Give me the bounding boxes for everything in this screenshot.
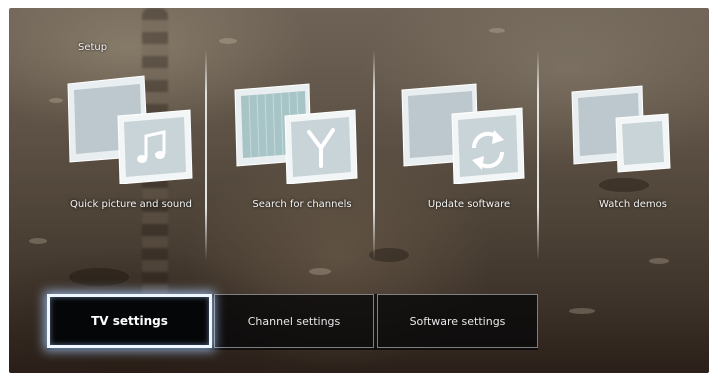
tab-channel-settings[interactable]: Channel settings — [214, 294, 374, 348]
menu-item-label: Watch demos — [599, 199, 667, 210]
tab-software-settings[interactable]: Software settings — [377, 294, 538, 348]
setup-title: Setup — [78, 42, 108, 53]
refresh-icon — [401, 83, 525, 184]
background-speck — [219, 38, 237, 44]
tv-screen: Setup Quick picture and sound Search for… — [9, 8, 709, 373]
screens-icon — [571, 85, 671, 173]
tab-label: Software settings — [409, 314, 506, 328]
background-speck — [29, 238, 47, 244]
background-speck — [489, 28, 505, 33]
menu-item-search-channels[interactable]: Search for channels — [227, 74, 377, 254]
menu-item-watch-demos[interactable]: Watch demos — [558, 74, 708, 254]
background-speck — [649, 258, 669, 264]
background-speck — [309, 268, 331, 275]
menu-item-label: Update software — [427, 199, 511, 210]
settings-tab-bar: TV settings Channel settings Software se… — [47, 294, 538, 350]
menu-item-label: Quick picture and sound — [70, 199, 192, 210]
menu-item-quick-picture-sound[interactable]: Quick picture and sound — [56, 74, 206, 254]
menu-item-label: Search for channels — [252, 199, 352, 210]
music-note-icon — [67, 75, 193, 184]
menu-item-update-software[interactable]: Update software — [394, 74, 544, 254]
background-speck — [569, 308, 595, 314]
background-shadow — [69, 268, 129, 286]
tab-label: TV settings — [91, 314, 168, 328]
tab-label: Channel settings — [247, 314, 341, 328]
antenna-icon — [234, 83, 358, 184]
tab-tv-settings[interactable]: TV settings — [47, 294, 212, 348]
